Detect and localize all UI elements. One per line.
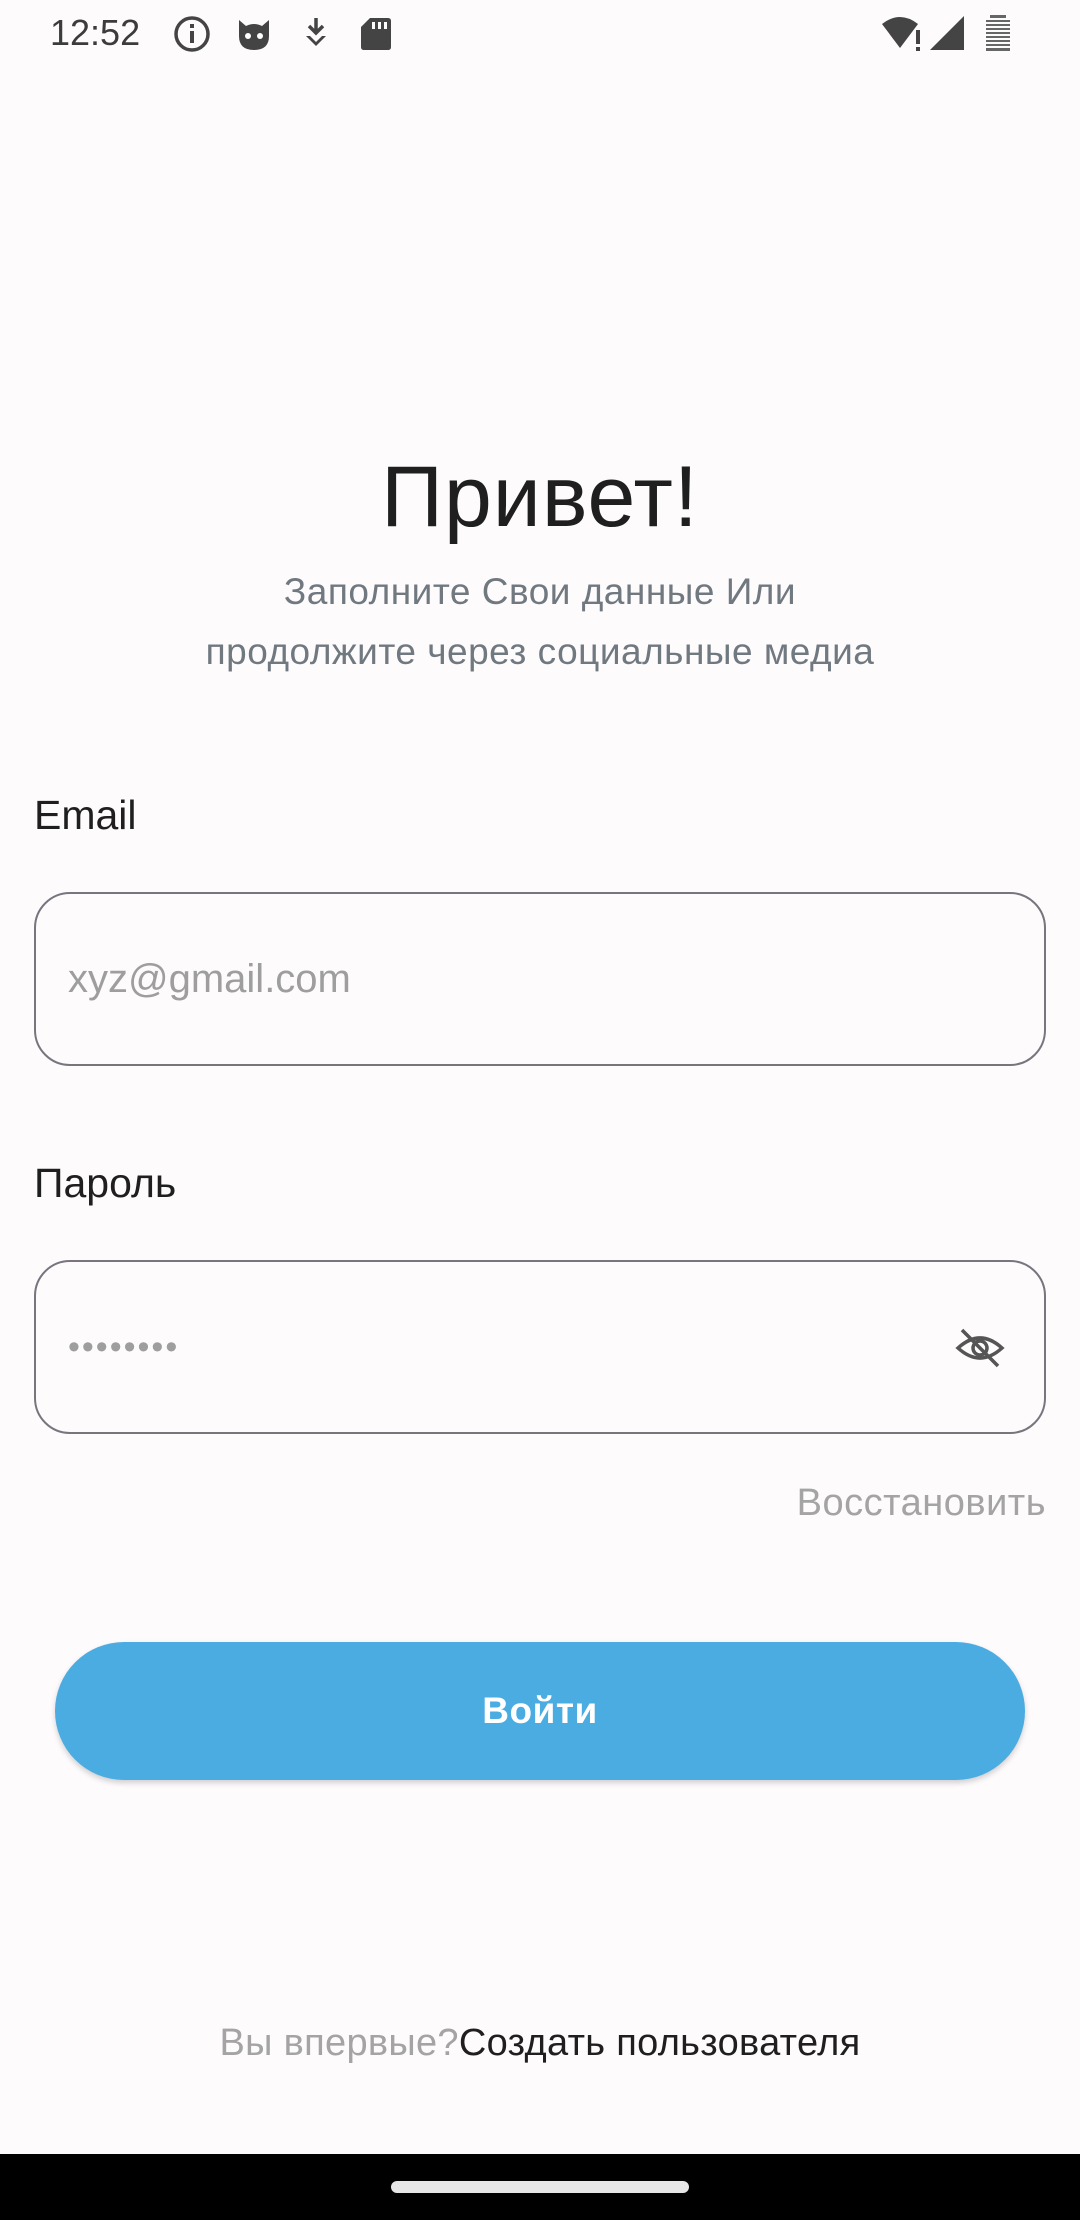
status-bar: 12:52 — [0, 0, 1080, 68]
email-label: Email — [34, 792, 137, 838]
signal-icon — [930, 16, 964, 50]
cat-icon — [239, 20, 269, 50]
download-icon — [306, 18, 326, 46]
page-subtitle: Заполните Свои данные Или продолжите чер… — [140, 562, 940, 682]
password-label: Пароль — [34, 1160, 177, 1206]
eye-off-icon[interactable] — [954, 1322, 1006, 1374]
wifi-alert-icon — [882, 17, 920, 51]
email-placeholder: xyz@gmail.com — [68, 956, 351, 1001]
status-time: 12:52 — [50, 12, 141, 53]
info-icon — [174, 16, 210, 52]
email-field[interactable]: xyz@gmail.com — [34, 892, 1046, 1066]
subtitle-line-1: Заполните Свои данные Или — [283, 571, 797, 612]
signup-prompt: Вы впервые? — [219, 2022, 459, 2064]
password-field[interactable]: •••••••• — [34, 1260, 1046, 1434]
page-title: Привет! — [381, 449, 699, 545]
password-value: •••••••• — [68, 1327, 180, 1366]
subtitle-line-2: продолжите через социальные медиа — [205, 631, 875, 672]
signup-row: Вы впервые?Создать пользователя — [0, 2022, 1080, 2065]
login-button[interactable]: Войти — [55, 1642, 1025, 1780]
sd-card-icon — [361, 18, 391, 50]
login-screen: 12:52 Привет! Заполните Свои данные Или … — [0, 0, 1080, 2220]
home-indicator[interactable] — [391, 2181, 689, 2193]
create-user-link[interactable]: Создать пользователя — [459, 2022, 861, 2064]
login-button-label: Войти — [482, 1690, 598, 1731]
battery-icon — [986, 15, 1010, 51]
recover-password-link[interactable]: Восстановить — [797, 1482, 1046, 1525]
